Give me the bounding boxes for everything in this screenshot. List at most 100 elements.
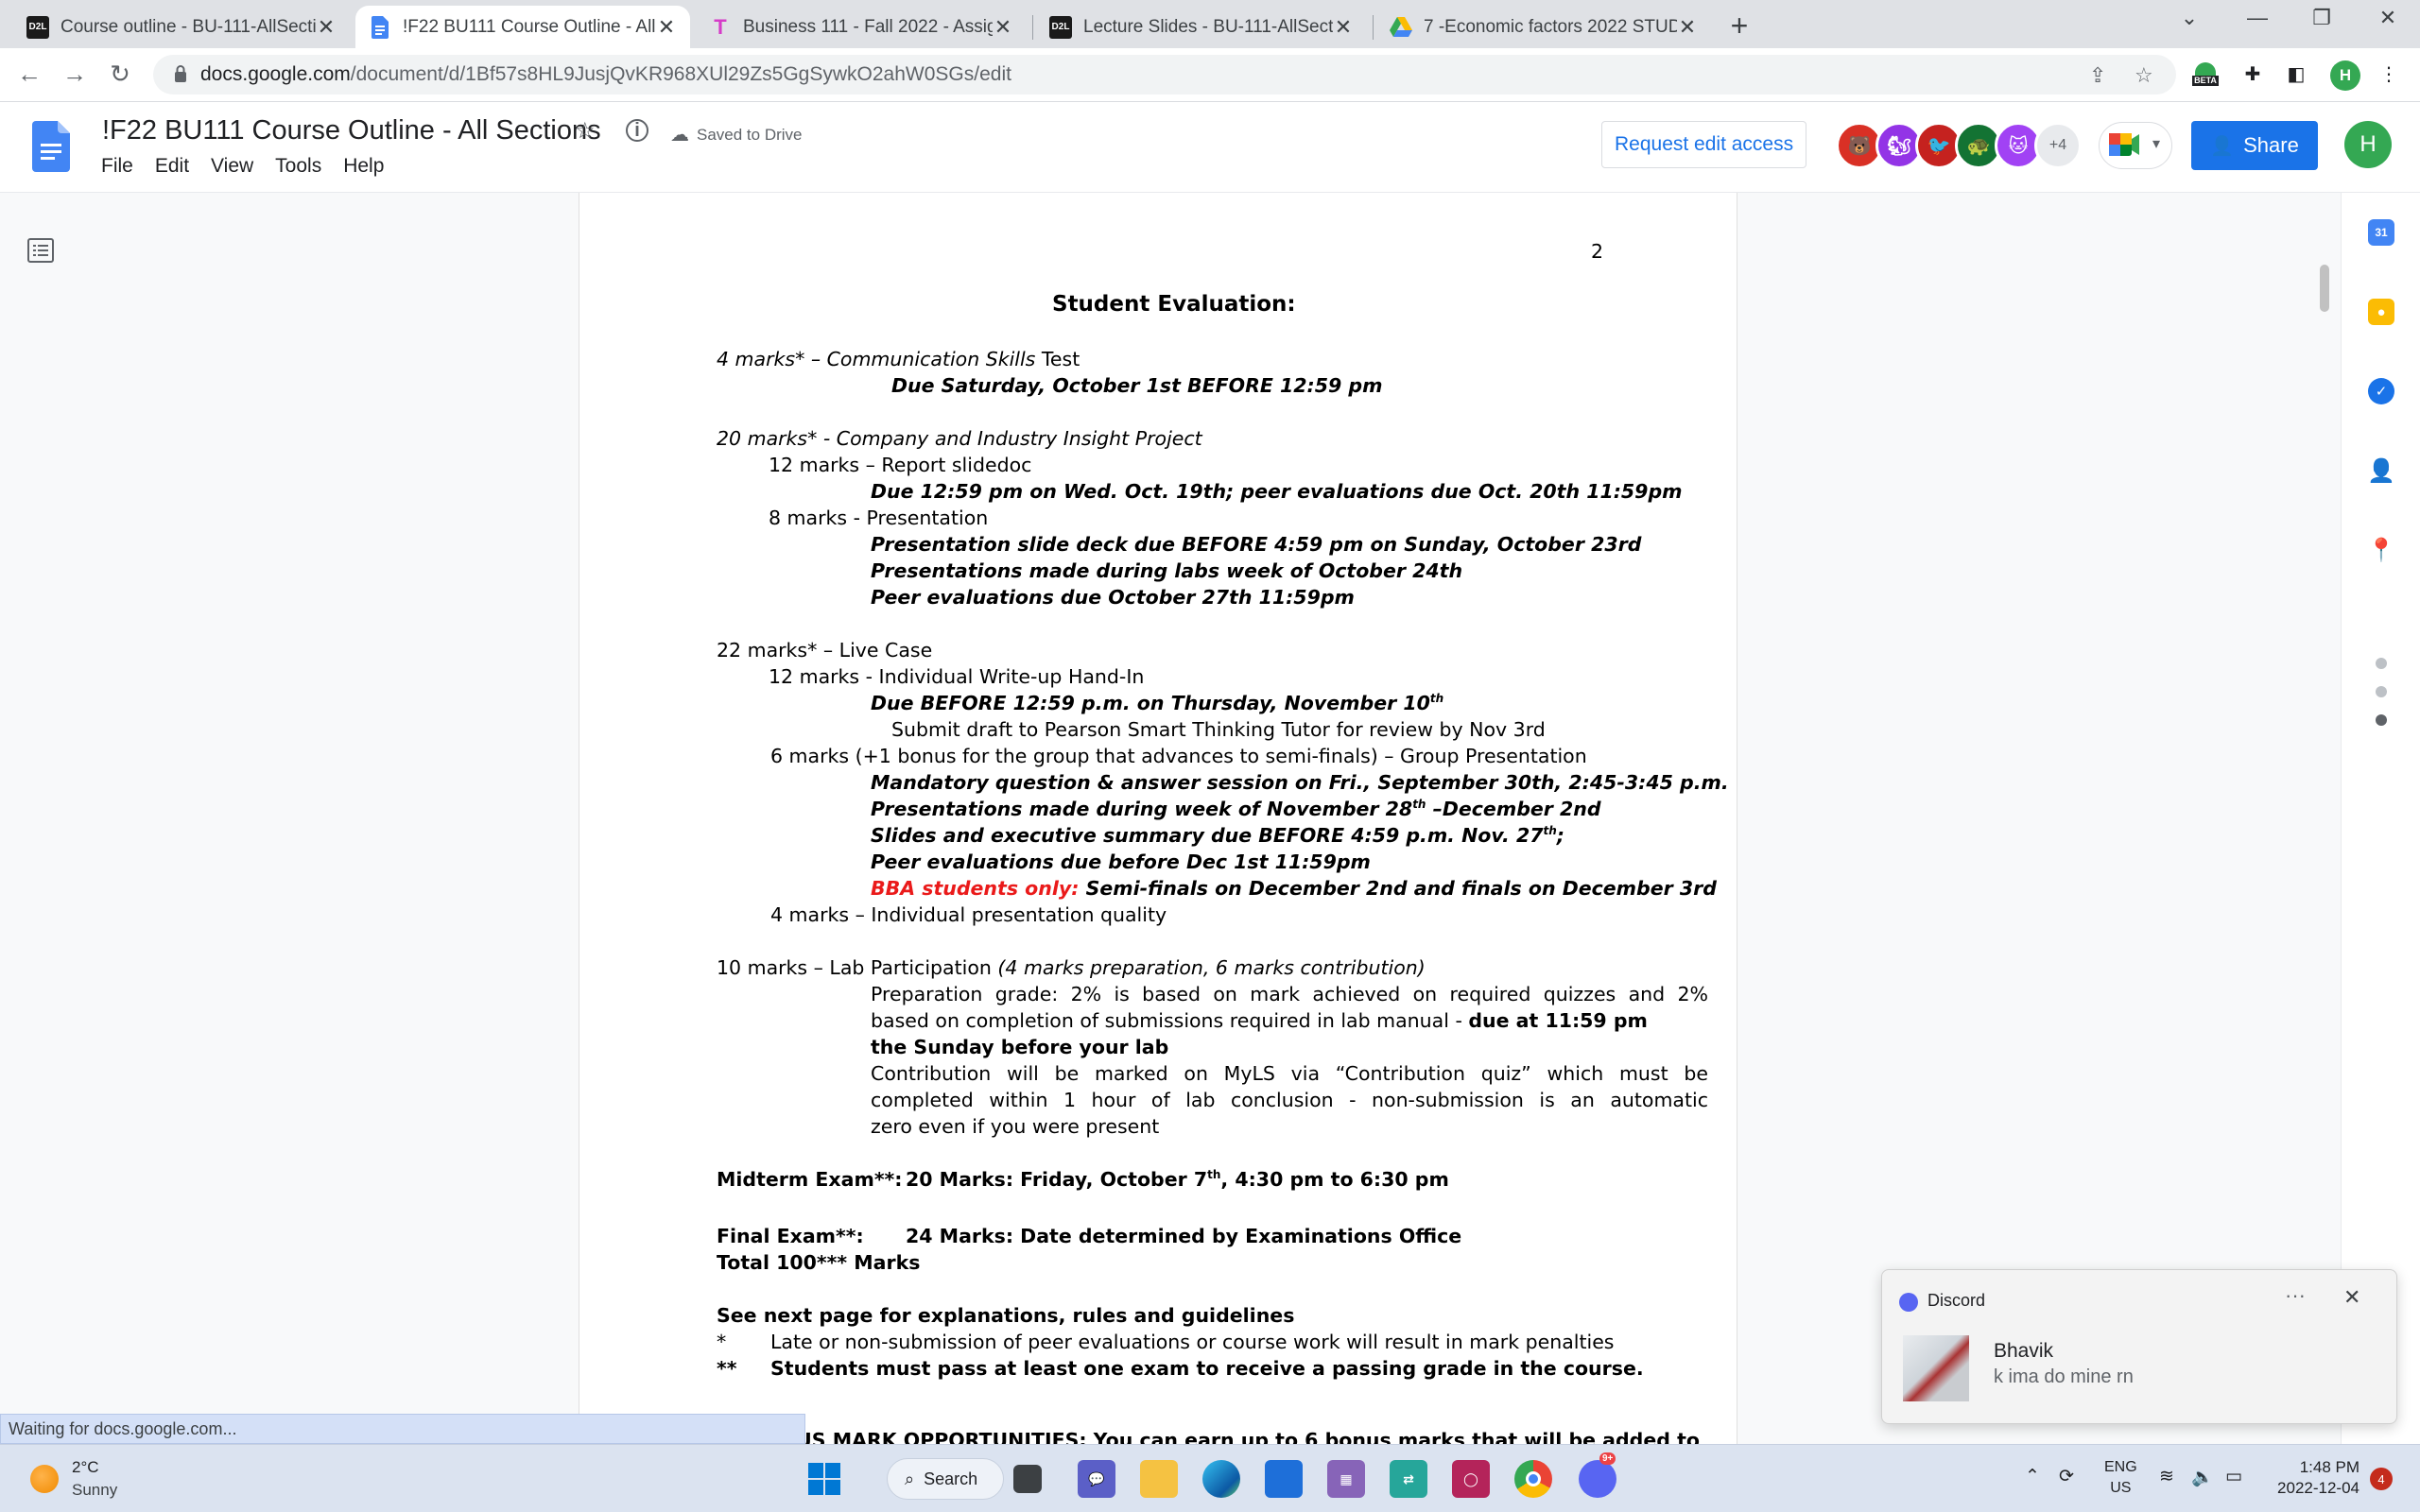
tab-label: Lecture Slides - BU-111-AllSectio: [1083, 16, 1333, 37]
window-close-button[interactable]: ✕: [2369, 6, 2407, 30]
menu-edit[interactable]: Edit: [154, 155, 199, 178]
more-dot-icon: [2376, 658, 2387, 669]
account-avatar[interactable]: H: [2344, 121, 2392, 168]
menu-help[interactable]: Help: [342, 155, 393, 178]
menu-file[interactable]: File: [100, 155, 143, 178]
bookmark-star-icon[interactable]: ☆: [2135, 63, 2153, 88]
document-page[interactable]: 2 Student Evaluation: 4 marks* – Communi…: [579, 193, 1737, 1444]
close-icon[interactable]: ✕: [993, 15, 1013, 40]
app-icon[interactable]: ▦: [1327, 1460, 1365, 1498]
forward-button[interactable]: →: [59, 60, 91, 89]
sender-avatar: [1903, 1335, 1969, 1401]
project-deck-due: Presentation slide deck due BEFORE 4:59 …: [871, 533, 1642, 556]
vertical-scrollbar[interactable]: [2320, 265, 2329, 312]
file-explorer-icon[interactable]: [1140, 1460, 1178, 1498]
windows-taskbar: 2°C Sunny ⌕ Search 💬 ▦ ⇄ ◯ 9+ ⌃ ⟳ ENG US…: [0, 1444, 2420, 1512]
request-edit-access-button[interactable]: Request edit access: [1601, 121, 1807, 168]
clock[interactable]: 1:48 PM 2022-12-04: [2273, 1457, 2360, 1499]
case-slides-due: Slides and executive summary due BEFORE …: [871, 824, 1564, 847]
tab-label: Course outline - BU-111-AllSecti: [60, 16, 316, 37]
tab-course-outline-doc[interactable]: !F22 BU111 Course Outline - All S ✕: [355, 6, 690, 48]
tab-search-icon[interactable]: ⌄: [2170, 6, 2208, 30]
docs-menubar: File Edit View Tools Help: [100, 155, 405, 178]
back-button[interactable]: ←: [13, 60, 45, 89]
final-detail: 24 Marks: Date determined by Examination…: [906, 1225, 1462, 1247]
d2l-icon: D2L: [1049, 15, 1072, 39]
close-icon[interactable]: ✕: [656, 15, 677, 40]
teams-chat-icon[interactable]: 💬: [1078, 1460, 1115, 1498]
lab-prep-line-2: based on completion of submissions requi…: [871, 1009, 1648, 1032]
profile-avatar[interactable]: H: [2330, 60, 2360, 91]
case-pres-week: Presentations made during week of Novemb…: [871, 798, 1601, 820]
more-collaborators-badge[interactable]: +4: [2034, 122, 2082, 169]
toast-app-name: Discord: [1927, 1291, 1986, 1310]
minimize-button[interactable]: —: [2238, 6, 2276, 30]
more-options-icon[interactable]: ···: [2285, 1283, 2306, 1308]
info-icon[interactable]: i: [626, 119, 648, 142]
saved-status[interactable]: ☁ Saved to Drive: [670, 123, 803, 146]
contacts-icon[interactable]: 👤: [2367, 457, 2395, 484]
reload-button[interactable]: ↻: [104, 60, 136, 89]
document-outline-icon[interactable]: [26, 236, 55, 265]
case-draft-line: Submit draft to Pearson Smart Thinking T…: [891, 718, 1546, 741]
app-icon[interactable]: ⇄: [1390, 1460, 1427, 1498]
tab-economic-factors[interactable]: 7 -Economic factors 2022 STUDE ✕: [1376, 6, 1711, 48]
calendar-icon[interactable]: 31: [2368, 219, 2394, 246]
chrome-menu-icon[interactable]: ⋮: [2375, 60, 2403, 88]
language-indicator[interactable]: ENG US: [2104, 1457, 2137, 1499]
side-panel-icon[interactable]: ◧: [2282, 60, 2310, 88]
tasks-icon[interactable]: ✓: [2368, 378, 2394, 404]
app-icon[interactable]: ◯: [1452, 1460, 1490, 1498]
document-title[interactable]: !F22 BU111 Course Outline - All Sections: [102, 115, 601, 146]
meet-button[interactable]: ▾: [2099, 122, 2172, 169]
tab-lecture-slides[interactable]: D2L Lecture Slides - BU-111-AllSectio ✕: [1036, 6, 1367, 48]
chevron-up-icon[interactable]: ⌃: [2025, 1466, 2040, 1487]
more-dot-icon: [2376, 686, 2387, 697]
footnote-2: Students must pass at least one exam to …: [770, 1357, 1644, 1380]
start-icon[interactable]: [805, 1460, 843, 1498]
case-individual-line: 4 marks – Individual presentation qualit…: [770, 903, 1167, 926]
close-icon[interactable]: ✕: [316, 15, 337, 40]
page-number: 2: [1591, 240, 1604, 263]
tab-label: 7 -Economic factors 2022 STUDE: [1424, 16, 1677, 37]
tab-business-111[interactable]: T Business 111 - Fall 2022 - Assign ✕: [696, 6, 1027, 48]
discord-notification[interactable]: Discord ··· ✕ Bhavik k ima do mine rn: [1881, 1269, 2397, 1424]
address-bar[interactable]: docs.google.com/document/d/1Bf57s8HL9Jus…: [153, 55, 2176, 94]
store-icon[interactable]: [1265, 1460, 1303, 1498]
chrome-icon[interactable]: [1514, 1460, 1552, 1498]
sync-icon[interactable]: ⟳: [2059, 1466, 2074, 1487]
sun-icon[interactable]: [30, 1465, 59, 1493]
new-tab-button[interactable]: +: [1722, 9, 1756, 43]
volume-icon[interactable]: 🔈: [2191, 1466, 2214, 1488]
lock-icon: [175, 65, 186, 82]
close-icon[interactable]: ✕: [2343, 1285, 2360, 1310]
search-icon: ⌕: [905, 1469, 915, 1488]
menu-tools[interactable]: Tools: [274, 155, 331, 178]
taskbar-search[interactable]: ⌕ Search: [887, 1458, 1004, 1500]
edge-icon[interactable]: [1202, 1460, 1240, 1498]
extensions-puzzle-icon[interactable]: ✚: [2238, 60, 2267, 88]
tab-course-outline[interactable]: D2L Course outline - BU-111-AllSecti ✕: [13, 6, 350, 48]
share-button[interactable]: 👤 Share: [2191, 121, 2318, 170]
keep-icon[interactable]: ●: [2368, 299, 2394, 325]
docs-logo-icon[interactable]: [32, 121, 70, 172]
lab-prep-line-3: the Sunday before your lab: [871, 1036, 1169, 1058]
menu-view[interactable]: View: [210, 155, 263, 178]
task-view-icon[interactable]: [1013, 1465, 1042, 1493]
wifi-icon[interactable]: ≋: [2159, 1466, 2174, 1487]
close-icon[interactable]: ✕: [1333, 15, 1354, 40]
loading-status: Waiting for docs.google.com...: [0, 1414, 805, 1444]
discord-taskbar-icon[interactable]: 9+: [1579, 1452, 1616, 1498]
toast-message: k ima do mine rn: [1994, 1366, 2134, 1387]
footnote-1: Late or non-submission of peer evaluatio…: [770, 1331, 1615, 1353]
notification-badge[interactable]: 4: [2370, 1468, 2393, 1490]
close-icon[interactable]: ✕: [1677, 15, 1698, 40]
maps-icon[interactable]: 📍: [2367, 537, 2395, 563]
share-page-icon[interactable]: ⇪: [2089, 63, 2106, 88]
lab-contrib-line-2: completed within 1 hour of lab conclusio…: [871, 1089, 1708, 1111]
restore-button[interactable]: ❐: [2303, 6, 2341, 30]
star-icon[interactable]: ☆: [575, 117, 596, 145]
beta-extension-icon[interactable]: BETA: [2191, 60, 2220, 88]
battery-icon[interactable]: ▭: [2225, 1466, 2242, 1487]
weather-desc: Sunny: [72, 1481, 118, 1499]
